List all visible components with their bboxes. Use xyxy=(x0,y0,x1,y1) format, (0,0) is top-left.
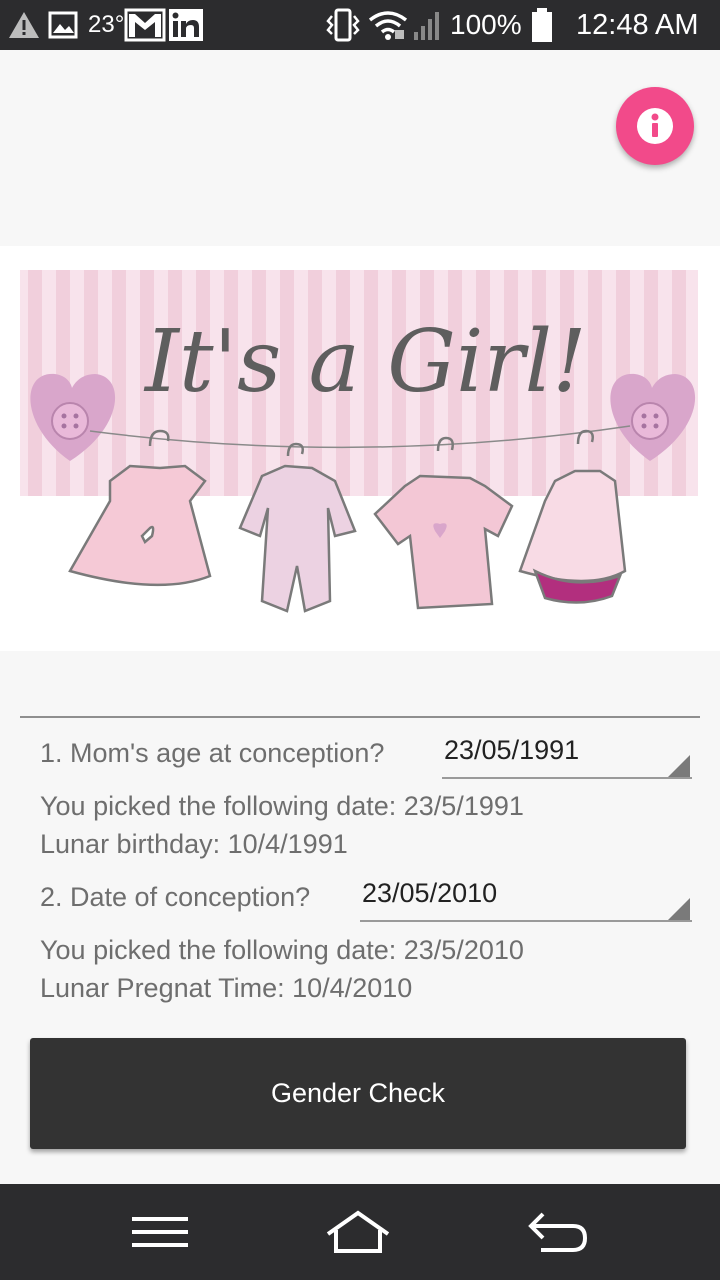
battery-icon xyxy=(530,0,554,50)
back-button[interactable] xyxy=(498,1184,618,1280)
menu-icon xyxy=(132,1217,188,1247)
wifi-icon xyxy=(368,0,408,50)
back-icon xyxy=(528,1212,588,1252)
dropdown-triangle-icon xyxy=(668,755,690,777)
status-bar: 23° 100% 12:48 AM xyxy=(0,0,720,50)
battery-percent: 100% xyxy=(450,9,522,40)
its-a-girl-banner: It's a Girl! xyxy=(0,246,720,651)
lunar-pregnant-time: Lunar Pregnat Time: 10/4/2010 xyxy=(40,973,413,1003)
picked-date-2: You picked the following date: 23/5/2010 xyxy=(40,935,524,965)
gender-check-button[interactable]: Gender Check xyxy=(30,1038,686,1149)
picked-date-1: You picked the following date: 23/5/1991 xyxy=(40,791,524,821)
home-icon xyxy=(326,1210,390,1253)
temperature: 23° xyxy=(88,11,125,38)
clock: 12:48 AM xyxy=(576,8,699,41)
question-2-label: 2. Date of conception? xyxy=(40,882,311,912)
info-icon xyxy=(637,108,673,144)
warning-icon xyxy=(8,0,40,50)
mom-birthdate-value: 23/05/1991 xyxy=(444,735,580,765)
menu-button[interactable] xyxy=(100,1184,220,1280)
lunar-birthday: Lunar birthday: 10/4/1991 xyxy=(40,829,348,859)
conception-date-value: 23/05/2010 xyxy=(362,878,498,908)
question-1-label: 1. Mom's age at conception? xyxy=(40,738,385,768)
image-icon xyxy=(48,0,78,50)
vibrate-icon xyxy=(324,0,362,50)
gmail-icon xyxy=(124,0,166,50)
dropdown-triangle-icon xyxy=(668,898,690,920)
info-button[interactable] xyxy=(616,87,694,165)
form-divider xyxy=(20,716,700,718)
conception-date-spinner[interactable]: 23/05/2010 xyxy=(360,874,692,922)
mom-birthdate-spinner[interactable]: 23/05/1991 xyxy=(442,731,692,779)
banner-title: It's a Girl! xyxy=(143,312,587,412)
linkedin-icon xyxy=(168,0,204,50)
home-button[interactable] xyxy=(298,1184,418,1280)
signal-icon xyxy=(412,0,442,50)
banner-illustration: It's a Girl! xyxy=(20,270,698,613)
navigation-bar xyxy=(0,1184,720,1280)
